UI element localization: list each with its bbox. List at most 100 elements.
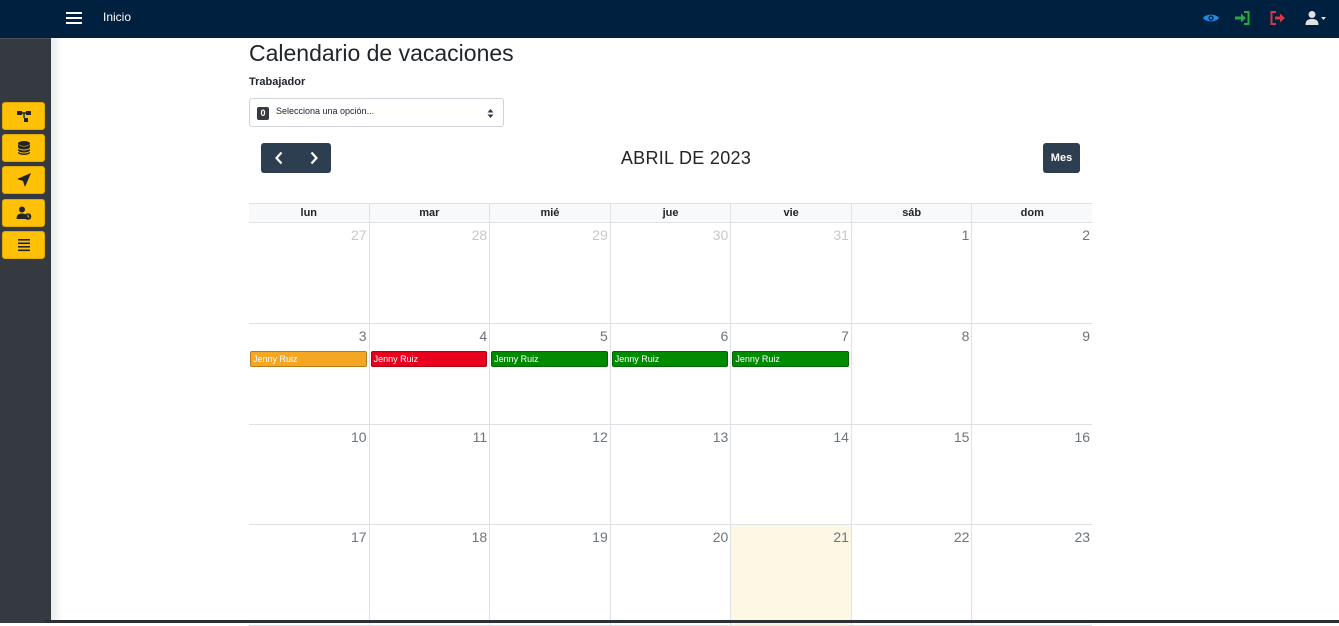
select-count-badge: 0 [257, 107, 269, 120]
calendar-day[interactable]: 19 [490, 525, 611, 625]
trabajador-select[interactable]: 0 Selecciona una opción... [249, 98, 504, 127]
calendar-day[interactable]: 22 [852, 525, 973, 625]
day-number: 29 [592, 227, 608, 243]
prev-month-button[interactable] [261, 143, 296, 173]
chevron-right-icon [310, 151, 318, 165]
weekday-header: mar [370, 204, 491, 222]
calendar-day-today[interactable]: 21 [731, 525, 852, 625]
calendar-day[interactable]: 3 Jenny Ruiz [249, 324, 370, 424]
calendar-day[interactable]: 23 [972, 525, 1092, 625]
database-icon [17, 141, 30, 155]
weekday-header: vie [731, 204, 852, 222]
day-number: 19 [592, 529, 608, 545]
day-number: 1 [961, 227, 970, 243]
calendar-day[interactable]: 8 [852, 324, 973, 424]
calendar-day[interactable]: 31 [731, 223, 852, 323]
day-number: 7 [841, 328, 849, 344]
calendar-week-row: 17 18 19 20 21 22 23 [249, 525, 1092, 626]
calendar-day[interactable]: 20 [611, 525, 732, 625]
sidebar-item-location[interactable] [2, 166, 45, 194]
calendar-day[interactable]: 17 [249, 525, 370, 625]
calendar-event[interactable]: Jenny Ruiz [370, 351, 488, 367]
calendar-week-row: 10 11 12 13 14 15 16 [249, 425, 1092, 525]
day-number: 4 [479, 328, 488, 344]
calendar-day[interactable]: 14 [731, 425, 852, 524]
calendar-event[interactable]: Jenny Ruiz [250, 351, 367, 367]
calendar-day[interactable]: 27 [249, 223, 370, 323]
calendar-event[interactable]: Jenny Ruiz [491, 351, 608, 367]
day-number: 20 [712, 529, 729, 545]
day-number: 22 [953, 529, 970, 545]
calendar-day[interactable]: 11 [370, 425, 491, 524]
day-number: 9 [1082, 328, 1091, 344]
weekday-header: mié [490, 204, 611, 222]
calendar-day[interactable]: 29 [490, 223, 611, 323]
eye-icon[interactable] [1202, 9, 1220, 27]
calendar-day[interactable]: 28 [370, 223, 491, 323]
sidebar-item-sitemap[interactable] [2, 102, 45, 130]
sign-in-icon[interactable] [1233, 9, 1251, 27]
top-navbar: Inicio [0, 0, 1339, 38]
day-number: 12 [592, 429, 608, 445]
day-number: 14 [833, 429, 849, 445]
month-view-button[interactable]: Mes [1043, 143, 1080, 173]
calendar-event[interactable]: Jenny Ruiz [732, 351, 849, 367]
sitemap-icon [16, 111, 31, 122]
day-number: 15 [953, 429, 970, 445]
day-number: 28 [471, 227, 488, 243]
page-title: Calendario de vacaciones [249, 40, 514, 66]
day-number: 3 [358, 328, 367, 344]
day-number: 31 [833, 227, 849, 243]
calendar-day[interactable]: 16 [972, 425, 1092, 524]
day-number: 11 [472, 429, 488, 445]
weekday-header: sáb [852, 204, 973, 222]
day-number: 13 [712, 429, 729, 445]
calendar-day[interactable]: 15 [852, 425, 973, 524]
calendar-day[interactable]: 6 Jenny Ruiz [611, 324, 732, 424]
hamburger-icon[interactable] [66, 10, 82, 26]
list-icon [17, 239, 30, 252]
calendar-day[interactable]: 10 [249, 425, 370, 524]
day-number: 17 [351, 529, 367, 545]
trabajador-label: Trabajador [249, 76, 306, 88]
day-number: 27 [351, 227, 367, 243]
calendar-day[interactable]: 7 Jenny Ruiz [731, 324, 852, 424]
sidebar [0, 0, 51, 623]
user-dropdown-icon[interactable] [1304, 9, 1328, 27]
day-number: 18 [471, 529, 488, 545]
calendar-day[interactable]: 12 [490, 425, 611, 524]
calendar-day[interactable]: 1 [852, 223, 973, 323]
chevron-left-icon [274, 151, 282, 165]
sidebar-item-user-clock[interactable] [2, 199, 45, 227]
calendar-day[interactable]: 18 [370, 525, 491, 625]
weekday-header: dom [1020, 207, 1044, 219]
calendar-event[interactable]: Jenny Ruiz [611, 351, 729, 367]
calendar-title: ABRIL DE 2023 [620, 148, 752, 168]
calendar-day[interactable]: 2 [972, 223, 1092, 323]
calendar-day[interactable]: 30 [611, 223, 732, 323]
day-number: 2 [1082, 227, 1091, 243]
calendar-day[interactable]: 5 Jenny Ruiz [490, 324, 611, 424]
sidebar-item-database[interactable] [2, 134, 45, 162]
day-number: 10 [351, 429, 367, 445]
day-number: 6 [720, 328, 729, 344]
user-clock-icon [16, 206, 31, 220]
calendar-day[interactable]: 9 [972, 324, 1092, 424]
day-number: 5 [599, 328, 608, 344]
weekday-header: jue [611, 204, 732, 222]
sidebar-item-list[interactable] [2, 231, 45, 259]
next-month-button[interactable] [296, 143, 331, 173]
calendar-day[interactable]: 13 [611, 425, 732, 524]
nav-link-inicio[interactable]: Inicio [103, 10, 131, 24]
calendar-day[interactable]: 4 Jenny Ruiz [370, 324, 491, 424]
calendar-week-row: 27 28 29 30 31 1 2 [249, 223, 1092, 324]
select-caret-icon [487, 109, 494, 118]
select-placeholder: Selecciona una opción... [276, 106, 375, 116]
calendar-nav-group [261, 143, 331, 173]
day-number: 23 [1074, 529, 1091, 545]
weekday-header: lun [249, 204, 370, 222]
day-number: 30 [712, 227, 729, 243]
sign-out-icon[interactable] [1269, 9, 1287, 27]
calendar-grid: lun mar mié jue vie sáb dom 27 28 29 30 31 1 2… [249, 203, 1092, 626]
day-number: 8 [961, 328, 970, 344]
